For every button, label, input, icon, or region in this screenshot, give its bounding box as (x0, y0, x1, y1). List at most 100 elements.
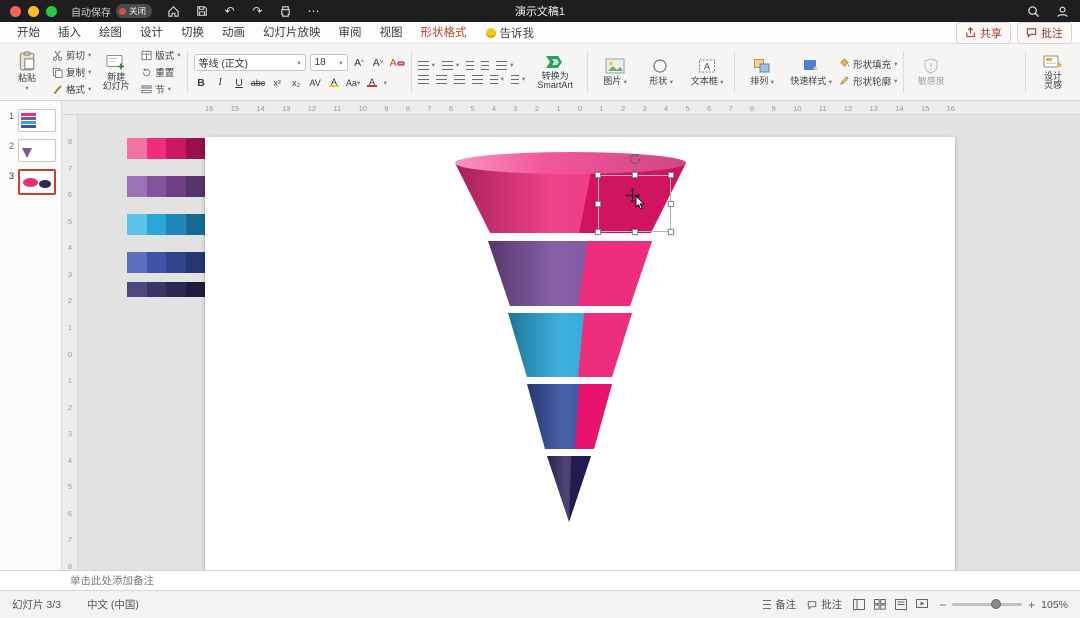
new-slide-button[interactable]: 新建 幻灯片 (95, 48, 137, 96)
normal-view-icon[interactable] (853, 599, 866, 610)
funnel-segment-4[interactable] (527, 384, 612, 449)
horizontal-ruler[interactable]: 16 15 14 13 12 11 10 9 8 7 6 5 4 3 2 1 0 1 2 3 4 5 6 7 8 9 10 11 12 1… (62, 101, 1080, 115)
superscript-button[interactable]: x² (270, 75, 285, 90)
decrease-font-button[interactable]: A ˅ (371, 55, 386, 70)
ribbon-tab[interactable]: 视图 (371, 22, 412, 44)
resize-handle-s[interactable] (631, 229, 638, 235)
resize-handle-w[interactable] (595, 200, 601, 207)
zoom-level[interactable]: 105% (1041, 599, 1068, 611)
funnel-mouth[interactable] (455, 152, 686, 174)
palette-swatch[interactable] (127, 138, 147, 159)
layout-button[interactable]: 版式 ▾ (141, 48, 181, 62)
language-indicator[interactable]: 中文 (中国) (87, 597, 139, 612)
format-painter-button[interactable]: 格式 ▾ (52, 82, 91, 96)
zoom-out-button[interactable]: − (939, 598, 946, 612)
shape-fill-button[interactable]: 形状填充 ▾ (839, 57, 897, 71)
palette-swatch[interactable] (166, 252, 186, 273)
increase-indent-button[interactable] (481, 60, 490, 70)
notes-placeholder[interactable]: 单击此处添加备注 (70, 573, 154, 588)
palette-swatch[interactable] (185, 282, 205, 297)
save-icon[interactable] (194, 4, 209, 19)
palette-swatch[interactable] (146, 252, 166, 273)
shape-selection-box[interactable] (595, 153, 674, 235)
more-icon[interactable]: ⋯ (306, 4, 321, 19)
ribbon-tab[interactable]: 动画 (213, 22, 254, 44)
autosave-toggle[interactable]: 关闭 (116, 4, 153, 18)
ribbon-tab[interactable]: 设计 (131, 22, 172, 44)
slide-thumbnail-3[interactable] (18, 169, 56, 195)
resize-handle-n[interactable] (631, 172, 638, 178)
zoom-slider[interactable] (952, 599, 1023, 609)
undo-icon[interactable]: ↶ (222, 4, 237, 19)
bullets-button[interactable]: ▾ (417, 60, 435, 70)
decrease-indent-button[interactable] (466, 60, 475, 70)
palette-swatch[interactable] (146, 282, 166, 297)
convert-smartart-button[interactable]: 转换为 SmartArt (529, 48, 581, 96)
palette-swatch[interactable] (185, 138, 205, 159)
quick-styles-button[interactable]: 快速样式 ▾ (787, 48, 835, 96)
ribbon-tab[interactable]: 审阅 (330, 22, 371, 44)
text-direction-button[interactable]: ▾ (489, 74, 504, 84)
home-icon[interactable] (166, 4, 181, 19)
palette-swatch[interactable] (185, 176, 205, 197)
copy-button[interactable]: 复制 ▾ (52, 65, 91, 79)
comments-pane-button[interactable]: 批注 (807, 597, 842, 612)
bold-button[interactable]: B (194, 75, 209, 90)
design-ideas-button[interactable]: 设计 灵感 (1032, 48, 1074, 96)
palette-swatch[interactable] (185, 252, 205, 273)
clear-formatting-button[interactable]: A (390, 55, 405, 70)
align-center-button[interactable] (435, 74, 447, 84)
align-right-button[interactable] (453, 74, 465, 84)
font-color-button[interactable]: A (365, 75, 380, 90)
change-case-button[interactable]: Aa ▾ (346, 75, 361, 90)
resize-handle-se[interactable] (668, 229, 674, 235)
palette-swatch[interactable] (146, 176, 166, 197)
palette-swatch[interactable] (146, 214, 166, 235)
funnel-segment-5[interactable] (547, 456, 591, 522)
font-color-caret[interactable]: ▾ (384, 79, 387, 87)
search-icon[interactable] (1026, 4, 1041, 19)
editor-canvas[interactable] (78, 115, 1080, 570)
underline-button[interactable]: U (232, 75, 247, 90)
fullscreen-window-button[interactable] (46, 5, 57, 17)
ribbon-tab[interactable]: 形状格式 (412, 22, 476, 44)
paste-button[interactable]: 粘贴 ▾ (6, 48, 48, 96)
funnel-segment-3[interactable] (508, 313, 632, 377)
shapes-button[interactable]: 形状 ▾ (640, 48, 682, 96)
palette-swatch[interactable] (166, 138, 186, 159)
text-box-button[interactable]: A 文本框 ▾ (686, 48, 728, 96)
vertical-ruler[interactable]: 87654321012345678 (62, 115, 78, 571)
character-spacing-button[interactable]: AV (308, 75, 323, 90)
zoom-slider-knob[interactable] (990, 599, 1001, 609)
arrange-button[interactable]: 排列 ▾ (741, 48, 783, 96)
picture-button[interactable]: 图片 ▾ (594, 48, 636, 96)
shape-outline-button[interactable]: 形状轮廓 ▾ (839, 74, 897, 88)
align-left-button[interactable] (417, 74, 429, 84)
strikethrough-button[interactable]: abc (251, 75, 266, 90)
resize-handle-sw[interactable] (595, 229, 601, 235)
ribbon-tab[interactable]: 插入 (49, 22, 90, 44)
resize-handle-e[interactable] (668, 200, 674, 207)
palette-swatch[interactable] (166, 176, 186, 197)
increase-font-button[interactable]: A ^ (352, 55, 367, 70)
italic-button[interactable]: I (213, 75, 228, 90)
palette-swatch[interactable] (127, 252, 147, 273)
rotate-handle[interactable] (628, 152, 642, 166)
resize-handle-ne[interactable] (668, 172, 674, 178)
ribbon-tab[interactable]: 切换 (172, 22, 213, 44)
minimize-window-button[interactable] (28, 5, 39, 17)
slide-thumbnail-1[interactable] (18, 109, 56, 132)
palette-swatch[interactable] (166, 214, 186, 235)
comments-toggle-button[interactable]: 批注 (1017, 21, 1072, 44)
cut-button[interactable]: 剪切 ▾ (52, 48, 91, 62)
highlight-color-button[interactable]: A (327, 75, 342, 90)
reset-button[interactable]: 重置 (141, 65, 180, 79)
tell-me-button[interactable]: 告诉我 (485, 25, 534, 41)
palette-swatch[interactable] (166, 282, 186, 297)
font-size-select[interactable]: 18 ▾ (309, 54, 348, 71)
slide-thumbnail-2[interactable] (18, 139, 56, 162)
numbering-button[interactable]: ▾ (441, 60, 459, 70)
ribbon-tab[interactable]: 开始 (8, 22, 49, 44)
funnel-segment-2[interactable] (488, 241, 652, 306)
subscript-button[interactable]: x₂ (289, 75, 304, 90)
